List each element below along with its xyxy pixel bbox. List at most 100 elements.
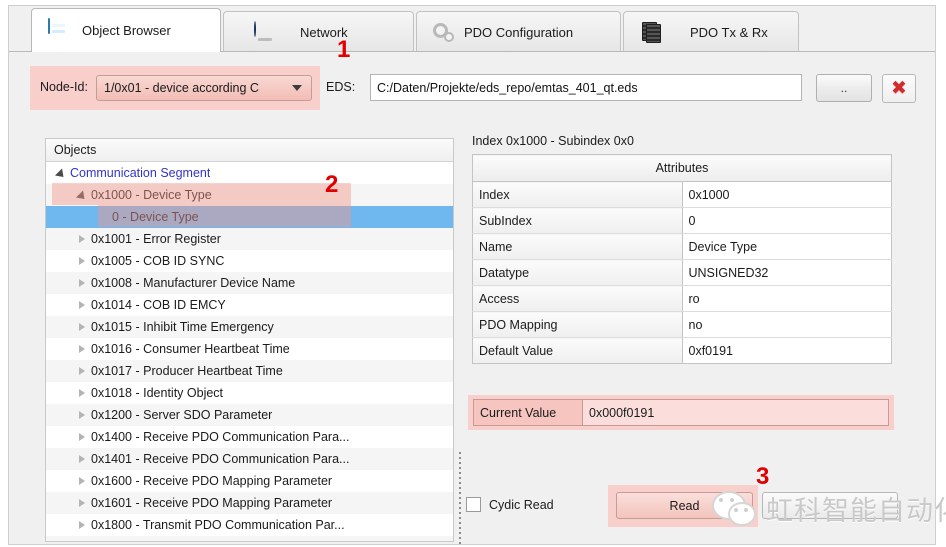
tree-item[interactable]: 0x1017 - Producer Heartbeat Time <box>46 360 453 382</box>
cyclic-read-label: Cydic Read <box>489 498 554 512</box>
tree-item[interactable]: 0x1016 - Consumer Heartbeat Time <box>46 338 453 360</box>
attribute-row: SubIndex0 <box>473 208 892 234</box>
tab-network[interactable]: Network <box>223 11 414 52</box>
eds-browse-button[interactable]: .. <box>816 74 872 102</box>
attribute-row: NameDevice Type <box>473 234 892 260</box>
tab-pdo-configuration[interactable]: PDO Configuration <box>416 11 621 52</box>
objects-tree-header: Objects <box>46 139 453 162</box>
eds-path-input[interactable]: C:/Daten/Projekte/eds_repo/emtas_401_qt.… <box>370 74 802 101</box>
current-value-label: Current Value <box>474 400 583 425</box>
tree-item[interactable]: 0x1018 - Identity Object <box>46 382 453 404</box>
attributes-header-row: Attributes <box>473 155 892 182</box>
tree-item-label: 0x1015 - Inhibit Time Emergency <box>91 320 274 334</box>
read-button[interactable]: Read <box>616 492 753 519</box>
attribute-row: PDO Mappingno <box>473 312 892 338</box>
tree-expander-icon[interactable] <box>75 475 88 488</box>
globe-icon <box>254 22 256 36</box>
tree-item-label: 0x1016 - Consumer Heartbeat Time <box>91 342 290 356</box>
tree-item[interactable]: 0 - Device Type <box>46 206 453 228</box>
tab-network-label: Network <box>300 25 348 40</box>
attribute-value: 0xf0191 <box>682 338 892 364</box>
tree-item[interactable]: 0x1400 - Receive PDO Communication Para.… <box>46 426 453 448</box>
tree-item-label: Communication Segment <box>70 166 210 180</box>
objects-tree-body[interactable]: Communication Segment 0x1000 - Device Typ… <box>46 162 453 542</box>
tree-item-label: 0x1017 - Producer Heartbeat Time <box>91 364 283 378</box>
attribute-key: Default Value <box>473 338 683 364</box>
tree-item[interactable]: 0x1800 - Transmit PDO Communication Par.… <box>46 514 453 536</box>
tree-item[interactable]: 0x1600 - Receive PDO Mapping Parameter <box>46 470 453 492</box>
tab-pdo-tx-rx-label: PDO Tx & Rx <box>690 25 768 40</box>
tree-item-label: 0x1401 - Receive PDO Communication Para.… <box>91 452 349 466</box>
node-id-value: 1/0x01 - device according C <box>104 81 292 95</box>
tree-expander-icon[interactable] <box>75 519 88 532</box>
tree-item[interactable]: 0x1008 - Manufacturer Device Name <box>46 272 453 294</box>
tree-expander-icon[interactable] <box>54 167 67 180</box>
objects-tree-panel: Objects Communication Segment 0x1000 - De… <box>45 138 454 542</box>
tab-pdo-configuration-label: PDO Configuration <box>464 25 573 40</box>
tab-object-browser-label: Object Browser <box>82 23 171 38</box>
tree-item[interactable]: 0x1001 - Error Register <box>46 228 453 250</box>
tab-object-browser[interactable]: Object Browser <box>31 8 221 52</box>
tree-item-label: 0x1000 - Device Type <box>91 188 212 202</box>
tree-expander-icon[interactable] <box>75 541 88 543</box>
tree-expander-icon[interactable] <box>75 233 88 246</box>
eds-browse-label: .. <box>841 81 848 95</box>
attribute-value: UNSIGNED32 <box>682 260 892 286</box>
tab-pdo-tx-rx[interactable]: PDO Tx & Rx <box>623 11 799 52</box>
node-id-select[interactable]: 1/0x01 - device according C <box>96 75 312 101</box>
node-eds-toolbar: Node-Id: 1/0x01 - device according C EDS… <box>30 66 916 110</box>
tree-item-label: 0x1400 - Receive PDO Communication Para.… <box>91 430 349 444</box>
attribute-row: DatatypeUNSIGNED32 <box>473 260 892 286</box>
tree-item[interactable]: 0x1015 - Inhibit Time Emergency <box>46 316 453 338</box>
attribute-key: PDO Mapping <box>473 312 683 338</box>
attribute-key: Access <box>473 286 683 312</box>
tree-expander-icon[interactable] <box>75 343 88 356</box>
eds-clear-button[interactable]: ✖ <box>882 74 916 103</box>
tree-expander-icon[interactable] <box>75 299 88 312</box>
tree-expander-icon[interactable] <box>75 497 88 510</box>
tree-item-label: 0x1008 - Manufacturer Device Name <box>91 276 295 290</box>
tree-item[interactable]: 0x1401 - Receive PDO Communication Para.… <box>46 448 453 470</box>
tree-expander-icon[interactable] <box>75 453 88 466</box>
cyclic-read-checkbox-wrap[interactable]: Cydic Read <box>466 497 554 512</box>
attribute-value: 0 <box>682 208 892 234</box>
tree-item[interactable]: 0x1005 - COB ID SYNC <box>46 250 453 272</box>
tree-item-label: 0x1200 - Server SDO Parameter <box>91 408 272 422</box>
tree-item[interactable]: 0x1200 - Server SDO Parameter <box>46 404 453 426</box>
tree-item-label: 0x1005 - COB ID SYNC <box>91 254 224 268</box>
tab-bar: Object Browser Network PDO Configuration… <box>9 6 935 52</box>
tree-item[interactable]: 0x1014 - COB ID EMCY <box>46 294 453 316</box>
details-panel: Index 0x1000 - Subindex 0x0 Attributes I… <box>472 134 892 364</box>
tree-expander-icon[interactable] <box>75 277 88 290</box>
cyclic-read-checkbox[interactable] <box>466 497 481 512</box>
attribute-key: Index <box>473 182 683 208</box>
tab-strip: Object Browser Network PDO Configuration… <box>9 6 935 52</box>
attribute-row: Index0x1000 <box>473 182 892 208</box>
read-button-label: Read <box>670 499 700 513</box>
tree-item-label: 0x1601 - Receive PDO Mapping Parameter <box>91 496 332 510</box>
attribute-value: no <box>682 312 892 338</box>
tree-expander-icon[interactable] <box>75 189 88 202</box>
attributes-header-cell: Attributes <box>473 155 892 182</box>
database-icon <box>48 19 50 33</box>
attribute-value: ro <box>682 286 892 312</box>
current-value-field[interactable]: 0x000f0191 <box>583 400 888 425</box>
attribute-key: Name <box>473 234 683 260</box>
attribute-key: Datatype <box>473 260 683 286</box>
tree-expander-icon[interactable] <box>75 365 88 378</box>
tree-item[interactable]: Communication Segment <box>46 162 453 184</box>
tree-item[interactable]: 0x1802 - Transmit PDO Communication P... <box>46 536 453 542</box>
tree-expander-icon[interactable] <box>75 255 88 268</box>
tree-expander-icon[interactable] <box>75 321 88 334</box>
tree-expander-icon[interactable] <box>75 409 88 422</box>
panel-splitter[interactable] <box>459 452 461 544</box>
tree-item[interactable]: 0x1601 - Receive PDO Mapping Parameter <box>46 492 453 514</box>
tree-item-label: 0x1802 - Transmit PDO Communication P... <box>91 540 333 542</box>
tree-expander-icon[interactable] <box>75 387 88 400</box>
tree-item-label: 0 - Device Type <box>112 210 199 224</box>
red-x-icon: ✖ <box>891 79 907 98</box>
attribute-value: 0x1000 <box>682 182 892 208</box>
tree-item[interactable]: 0x1000 - Device Type <box>46 184 453 206</box>
secondary-button[interactable] <box>762 492 898 519</box>
tree-expander-icon[interactable] <box>75 431 88 444</box>
